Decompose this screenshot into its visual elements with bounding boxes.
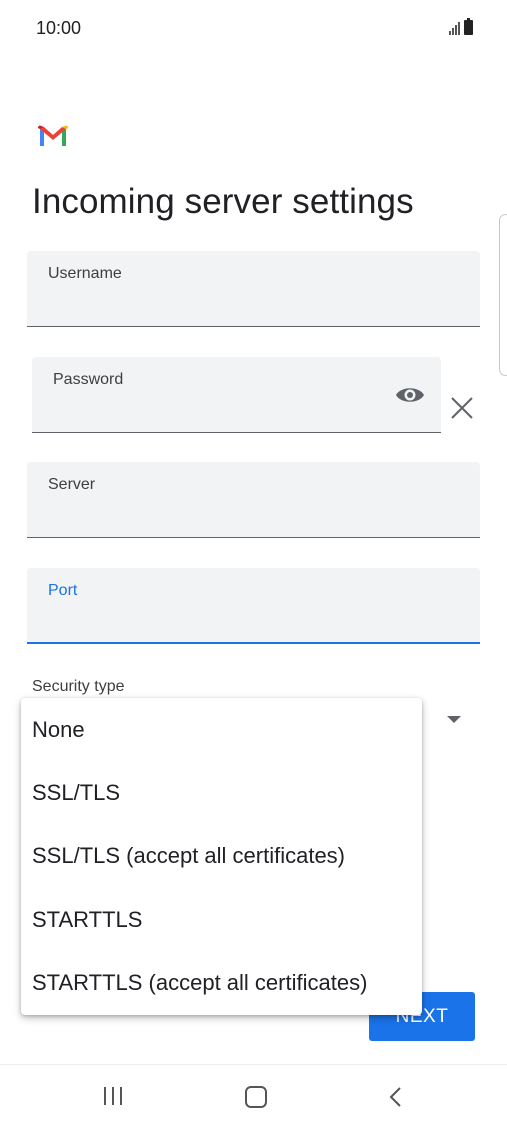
status-icons [449,18,473,35]
signal-icon [449,21,460,35]
gmail-logo [38,125,68,146]
security-type-label: Security type [32,678,125,695]
port-field[interactable]: Port [27,568,480,644]
close-icon[interactable] [449,395,475,421]
server-field[interactable]: Server [27,462,480,538]
scroll-indicator[interactable] [499,214,507,376]
eye-icon[interactable] [395,385,425,405]
security-type-menu: None SSL/TLS SSL/TLS (accept all certifi… [21,698,422,1015]
battery-icon [464,18,473,35]
recents-icon[interactable] [104,1087,122,1105]
server-label: Server [48,476,96,493]
password-label: Password [53,371,124,388]
page-title: Incoming server settings [32,182,414,221]
menu-item-starttls-accept-all[interactable]: STARTTLS (accept all certificates) [21,952,422,1015]
menu-item-starttls[interactable]: STARTTLS [21,888,422,951]
menu-item-ssl-tls[interactable]: SSL/TLS [21,761,422,824]
home-icon[interactable] [245,1086,267,1108]
port-label: Port [48,582,78,599]
password-field[interactable]: Password [32,357,441,433]
status-time: 10:00 [36,18,82,38]
username-label: Username [48,265,122,282]
menu-item-none[interactable]: None [21,698,422,761]
menu-item-ssl-tls-accept-all[interactable]: SSL/TLS (accept all certificates) [21,825,422,888]
username-field[interactable]: Username [27,251,480,327]
dropdown-arrow-icon[interactable] [447,716,461,723]
back-icon[interactable] [386,1085,406,1109]
